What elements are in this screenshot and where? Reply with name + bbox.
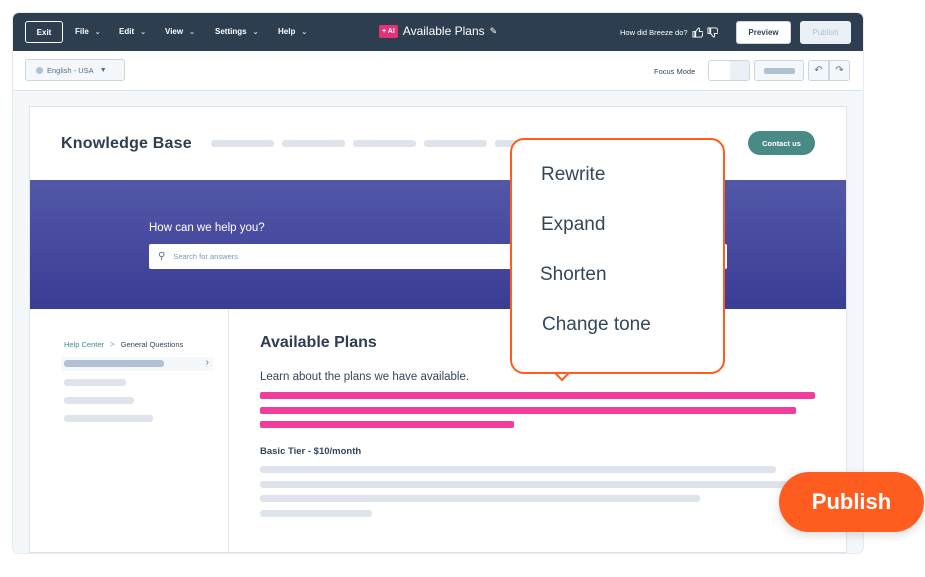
menu-edit[interactable]: Edit ⌄: [119, 27, 146, 36]
undo-icon[interactable]: ↶: [808, 60, 829, 81]
action-rewrite[interactable]: Rewrite: [541, 164, 605, 186]
redo-icon[interactable]: ↷: [829, 60, 850, 81]
ai-badge: + AI: [379, 24, 398, 38]
chevron-down-icon: ⌄: [140, 28, 146, 36]
focus-mode-label: Focus Mode: [654, 67, 696, 76]
top-bar: Exit File ⌄ Edit ⌄ View ⌄ Settings ⌄ Hel…: [13, 13, 863, 51]
publish-button-disabled[interactable]: Publish: [800, 21, 851, 44]
article-sidebar: Help Center > General Questions ›: [30, 309, 229, 553]
sidebar-item-placeholder[interactable]: [64, 397, 134, 404]
chevron-down-icon: ⌄: [301, 28, 308, 36]
body-text-placeholder: [260, 495, 700, 502]
pencil-icon[interactable]: ✎: [490, 26, 498, 37]
nav-link-placeholder[interactable]: [424, 140, 487, 147]
sidebar-item-placeholder: [64, 360, 164, 367]
ai-actions-popup: Rewrite Expand Shorten Change tone: [510, 138, 725, 374]
menu-view[interactable]: View ⌄: [165, 27, 195, 36]
article-subtitle: Learn about the plans we have available.: [260, 371, 470, 383]
language-value: English - USA: [47, 65, 94, 75]
highlighted-text-line[interactable]: [260, 407, 796, 414]
editor-toolbar: English - USA ▼ Focus Mode ↶ ↷: [13, 51, 863, 91]
action-change-tone[interactable]: Change tone: [542, 314, 651, 336]
nav-link-placeholder[interactable]: [211, 140, 274, 147]
search-icon: ⚲: [158, 251, 166, 262]
focus-mode-toggle[interactable]: [708, 60, 750, 81]
thumbs-down-icon[interactable]: [707, 27, 718, 38]
document-title-group: + AI Available Plans ✎: [379, 24, 497, 38]
caret-down-icon: ▼: [99, 66, 107, 74]
body-text-placeholder: [260, 481, 790, 488]
thumbs-up-icon[interactable]: [692, 27, 703, 38]
sidebar-item-placeholder[interactable]: [64, 379, 126, 386]
breeze-feedback: How did Breeze do?: [620, 27, 718, 38]
hero-question: How can we help you?: [149, 222, 265, 234]
publish-button[interactable]: Publish: [779, 472, 924, 532]
search-placeholder: Search for answers: [173, 252, 238, 261]
menu-help-label: Help: [278, 27, 296, 36]
toggle-knob: [709, 61, 730, 80]
breadcrumb: Help Center > General Questions: [64, 340, 183, 349]
chevron-right-icon: ›: [205, 357, 209, 368]
menu-file-label: File: [75, 27, 89, 36]
contact-button[interactable]: Contact us: [748, 131, 815, 155]
menu-settings-label: Settings: [215, 27, 247, 36]
nav-link-placeholder[interactable]: [353, 140, 416, 147]
chevron-down-icon: ⌄: [252, 28, 259, 36]
menu-file[interactable]: File ⌄: [75, 27, 101, 36]
chevron-down-icon: ⌄: [94, 28, 101, 36]
exit-button[interactable]: Exit: [25, 21, 63, 43]
breadcrumb-separator: >: [110, 340, 115, 349]
action-expand[interactable]: Expand: [541, 214, 605, 236]
menu-view-label: View: [165, 27, 184, 36]
language-select[interactable]: English - USA ▼: [25, 59, 125, 81]
chevron-down-icon: ⌄: [189, 28, 195, 36]
action-shorten[interactable]: Shorten: [540, 264, 607, 286]
zoom-placeholder: [764, 68, 795, 74]
document-title[interactable]: Available Plans: [403, 24, 485, 38]
body-text-placeholder: [260, 510, 372, 517]
site-title: Knowledge Base: [61, 135, 192, 152]
preview-button[interactable]: Preview: [736, 21, 791, 44]
sidebar-item-active[interactable]: ›: [61, 357, 213, 371]
sidebar-item-placeholder[interactable]: [64, 415, 153, 422]
breadcrumb-current: General Questions: [120, 340, 184, 349]
highlighted-text-line[interactable]: [260, 392, 815, 399]
menu-settings[interactable]: Settings ⌄: [215, 27, 258, 36]
breadcrumb-link[interactable]: Help Center: [64, 340, 104, 349]
breeze-prompt: How did Breeze do?: [620, 28, 688, 37]
highlighted-text-line[interactable]: [260, 421, 514, 428]
article-title: Available Plans: [260, 334, 377, 351]
globe-icon: [36, 66, 43, 74]
zoom-control[interactable]: [754, 60, 804, 81]
nav-link-placeholder[interactable]: [282, 140, 345, 147]
menu-edit-label: Edit: [119, 27, 135, 36]
body-text-placeholder: [260, 466, 776, 473]
editor-window: Exit File ⌄ Edit ⌄ View ⌄ Settings ⌄ Hel…: [13, 13, 863, 553]
menu-help[interactable]: Help ⌄: [278, 27, 307, 36]
tier-heading: Basic Tier - $10/month: [260, 446, 362, 457]
